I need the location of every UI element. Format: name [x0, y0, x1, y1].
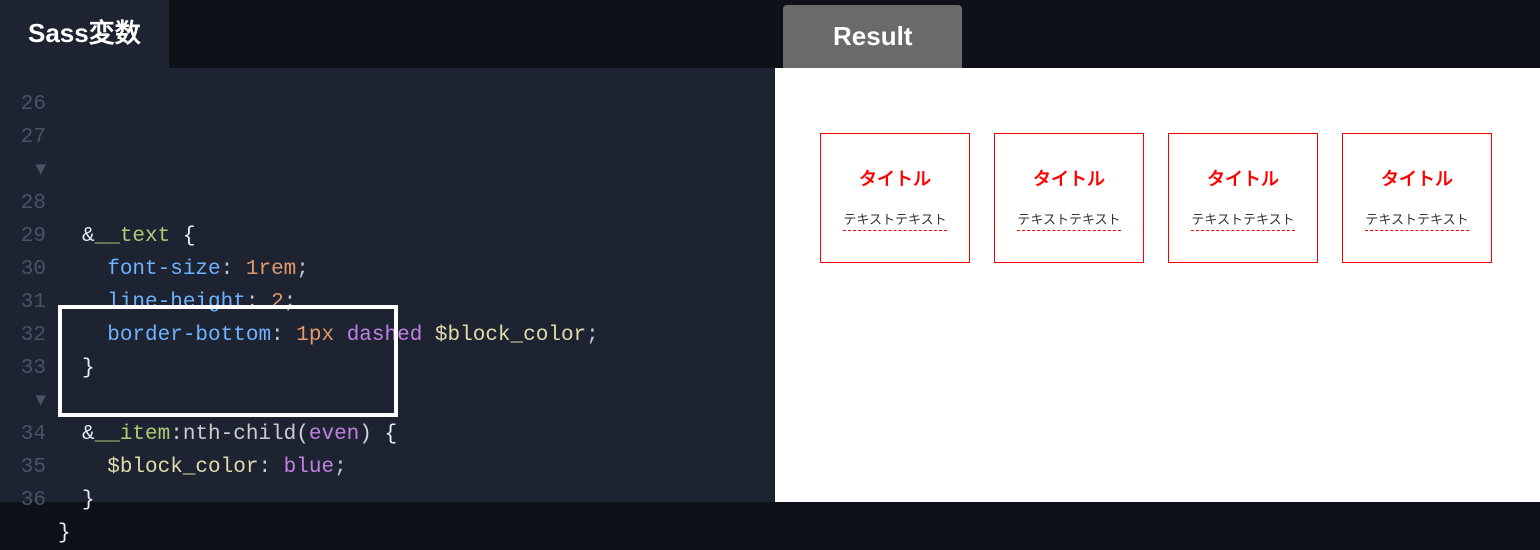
line-number: 30: [0, 253, 46, 286]
card-text: テキストテキスト: [843, 209, 946, 231]
result-panel: Result タイトルテキストテキストタイトルテキストテキストタイトルテキストテ…: [775, 0, 1540, 502]
code-line[interactable]: }: [58, 484, 775, 517]
code-line[interactable]: }: [58, 352, 775, 385]
card-title: タイトル: [1207, 165, 1279, 191]
preview-card: タイトルテキストテキスト: [994, 133, 1144, 263]
result-preview: タイトルテキストテキストタイトルテキストテキストタイトルテキストテキストタイトル…: [775, 68, 1540, 502]
code-line[interactable]: &__item:nth-child(even) {: [58, 418, 775, 451]
code-content[interactable]: &__text { font-size: 1rem; line-height: …: [58, 88, 775, 550]
code-line[interactable]: &__text {: [58, 220, 775, 253]
code-line[interactable]: }: [58, 517, 775, 550]
code-line[interactable]: font-size: 1rem;: [58, 253, 775, 286]
code-line[interactable]: $block_color: blue;: [58, 451, 775, 484]
card-text: テキストテキスト: [1017, 209, 1120, 231]
card-title: タイトル: [859, 165, 931, 191]
line-number: 35: [0, 451, 46, 484]
line-number: 28: [0, 187, 46, 220]
line-number: 36: [0, 484, 46, 517]
tab-result[interactable]: Result: [783, 5, 962, 68]
line-number: 26: [0, 88, 46, 121]
card-text: テキストテキスト: [1191, 209, 1294, 231]
preview-card: タイトルテキストテキスト: [1342, 133, 1492, 263]
line-number: 31: [0, 286, 46, 319]
card-text: テキストテキスト: [1365, 209, 1468, 231]
line-number: 32: [0, 319, 46, 352]
code-line[interactable]: line-height: 2;: [58, 286, 775, 319]
card-title: タイトル: [1033, 165, 1105, 191]
line-number: 33 ▾: [0, 352, 46, 418]
tabbar-left: Sass変数: [0, 0, 775, 68]
code-line[interactable]: [58, 385, 775, 418]
line-gutter: 2627 ▾282930313233 ▾343536: [0, 88, 58, 550]
code-line[interactable]: border-bottom: 1px dashed $block_color;: [58, 319, 775, 352]
code-line[interactable]: [58, 187, 775, 220]
preview-card: タイトルテキストテキスト: [820, 133, 970, 263]
line-number: 29: [0, 220, 46, 253]
card-title: タイトル: [1381, 165, 1453, 191]
line-number: 34: [0, 418, 46, 451]
tabbar-right: Result: [775, 0, 1540, 68]
code-editor[interactable]: 2627 ▾282930313233 ▾343536 &__text { fon…: [0, 68, 775, 550]
code-panel: Sass変数 2627 ▾282930313233 ▾343536 &__tex…: [0, 0, 775, 502]
preview-card: タイトルテキストテキスト: [1168, 133, 1318, 263]
tab-sass[interactable]: Sass変数: [0, 0, 169, 68]
line-number: 27 ▾: [0, 121, 46, 187]
